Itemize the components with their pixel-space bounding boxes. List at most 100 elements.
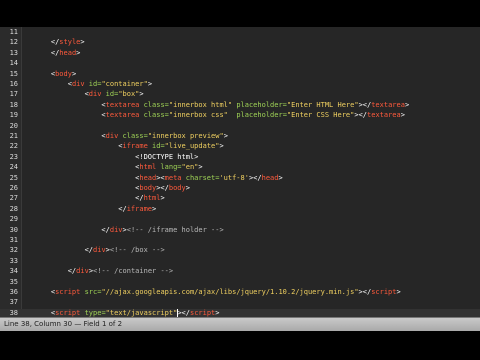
line-number: 12 [9, 38, 18, 47]
code-token: script [55, 308, 81, 317]
code-line[interactable]: 13 </head> [0, 49, 480, 58]
code-line[interactable]: 24 <html lang="en"> [0, 163, 480, 172]
code-token: "box" [118, 90, 140, 99]
text-cursor [177, 309, 179, 317]
code-line[interactable]: 35 [0, 278, 480, 287]
code-text: <body> [34, 70, 76, 79]
code-line[interactable]: 28 </iframe> [0, 205, 480, 214]
line-number: 38 [9, 308, 18, 317]
code-line[interactable]: 20 [0, 122, 480, 131]
code-line[interactable]: 16 <div id="container"> [0, 80, 480, 89]
code-line[interactable]: 21 <div class="innerbox preview"> [0, 132, 480, 141]
code-token: > [223, 132, 228, 140]
code-token: class= [118, 132, 148, 140]
line-number: 13 [9, 48, 18, 57]
code-token: > [139, 90, 144, 99]
code-line[interactable]: 29 [0, 215, 480, 224]
code-line[interactable]: 14 [0, 59, 480, 68]
code-line[interactable]: 32 </div><!-- /box --> [0, 246, 480, 255]
line-number: 14 [9, 59, 18, 68]
code-line[interactable]: 33 [0, 257, 480, 266]
code-token: ></ [156, 184, 169, 192]
code-text: </div><!-- /container --> [34, 267, 173, 276]
code-line[interactable]: 25 <head><meta charset='utf-8'></head> [0, 174, 480, 183]
code-token: "Enter HTML Here" [286, 100, 359, 109]
code-token: iframe [122, 142, 148, 151]
code-token: < [34, 80, 72, 88]
code-text: <script type="text/javascript"></script> [34, 309, 220, 317]
code-token: >< [156, 173, 165, 182]
code-token: "//ajax.googleapis.com/ajax/libs/jquery/… [101, 288, 359, 296]
code-token: > [147, 80, 153, 88]
code-line[interactable]: 23 <!DOCTYPE html> [0, 153, 480, 162]
code-token: < [34, 142, 123, 151]
code-editor[interactable]: 11 12 </style> 13 </head> 14 15 <body> 16 <di… [0, 27, 480, 317]
code-token: > [160, 194, 165, 203]
code-text: <body></body> [34, 184, 190, 193]
status-text: Line 38, Column 30 — Field 1 of 2 [4, 320, 123, 328]
code-token: ></ [354, 111, 368, 120]
code-token: > [219, 142, 224, 151]
code-token: div [71, 80, 85, 88]
code-token: "Enter CSS Here" [286, 111, 355, 120]
code-line[interactable]: 12 </style> [0, 38, 480, 47]
code-token: "innerbox css" [168, 111, 228, 120]
code-token: script [189, 308, 216, 317]
code-token: "live_update" [164, 142, 220, 151]
code-token: "container" [101, 80, 148, 88]
code-token: textarea [367, 111, 401, 120]
code-token: < [34, 100, 106, 109]
code-token: < [34, 90, 89, 99]
code-token: < [34, 173, 140, 182]
code-token: ></ [358, 288, 372, 296]
code-line[interactable]: 19 <textarea class="innerbox css" placeh… [0, 111, 480, 120]
code-token: < [34, 308, 56, 317]
code-token: </ [34, 48, 60, 57]
code-token: class= [139, 100, 169, 109]
code-line[interactable]: 22 <iframe id="live_update"> [0, 142, 480, 151]
code-token: id= [84, 80, 102, 88]
code-text: <div id="container"> [34, 80, 152, 89]
code-line[interactable]: 34 </div><!-- /container --> [0, 267, 480, 276]
code-text: <!DOCTYPE html> [34, 153, 198, 162]
code-token: ></ [358, 100, 372, 109]
code-line[interactable]: 15 <body> [0, 70, 480, 79]
code-line[interactable]: 37 [0, 298, 480, 307]
line-number: 22 [9, 142, 18, 151]
code-line[interactable]: 17 <div id="box"> [0, 90, 480, 99]
code-text: <div class="innerbox preview"> [34, 132, 228, 141]
code-token: <!-- /container --> [93, 267, 174, 276]
code-token: head [139, 173, 157, 182]
code-line[interactable]: 11 [0, 28, 480, 37]
code-line[interactable]: 36 <script src="//ajax.googleapis.com/aj… [0, 288, 480, 297]
code-token: class= [139, 111, 169, 120]
line-number: 31 [9, 236, 18, 244]
code-text: </head> [34, 48, 81, 58]
code-token: > [215, 308, 220, 317]
code-line[interactable]: 18 <textarea class="innerbox html" place… [0, 101, 480, 110]
code-token: textarea [105, 111, 140, 120]
code-token: "innerbox html" [168, 100, 233, 109]
code-token: charset= [181, 173, 220, 182]
code-token: head [59, 48, 77, 57]
code-token: < [34, 184, 140, 192]
line-number: 24 [9, 163, 18, 172]
code-text: </div><!-- /box --> [34, 246, 165, 255]
code-text: </style> [34, 38, 85, 47]
code-line[interactable]: 27 </html> [0, 194, 480, 203]
code-line[interactable]: 26 <body></body> [0, 184, 480, 193]
code-token: placeholder= [227, 111, 287, 120]
code-text: </html> [34, 194, 165, 203]
code-token: src= [80, 288, 102, 296]
code-line[interactable]: 38 <script type="text/javascript"></scri… [0, 308, 480, 317]
code-line[interactable]: 31 [0, 236, 480, 245]
code-text: <textarea class="innerbox html" placehol… [34, 101, 409, 110]
code-token: html [143, 194, 161, 203]
code-token: div [76, 267, 89, 276]
code-token: id= [147, 142, 165, 151]
code-token: div [105, 132, 119, 140]
code-token: type= [80, 308, 106, 317]
code-token: body [168, 184, 186, 192]
code-line[interactable]: 30 </div><!-- /iframe holder --> [0, 226, 480, 235]
code-text: </iframe> [34, 205, 156, 214]
